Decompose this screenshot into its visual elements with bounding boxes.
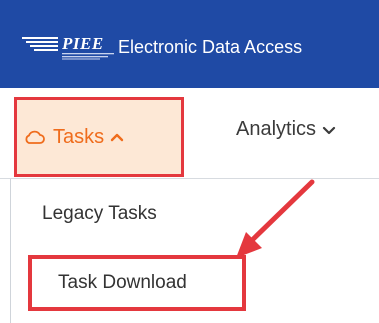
- menu-item-legacy-tasks[interactable]: Legacy Tasks: [42, 203, 157, 225]
- app-header: PIEE Electronic Data Access: [0, 0, 379, 88]
- main-nav: Tasks Analytics: [0, 88, 379, 179]
- menu-border: [10, 179, 11, 323]
- menu-item-task-download-label: Task Download: [58, 272, 187, 293]
- cloud-icon: [25, 130, 45, 144]
- tasks-dropdown-menu: Legacy Tasks Task Download: [0, 179, 379, 323]
- caret-down-icon: [322, 126, 336, 134]
- logo-text: PIEE: [62, 34, 104, 53]
- logo-tagline-graphic: [62, 53, 114, 60]
- nav-tasks-label: Tasks: [53, 125, 105, 148]
- app-title: Electronic Data Access: [118, 37, 303, 57]
- menu-item-task-download[interactable]: Task Download: [28, 255, 246, 311]
- caret-up-icon: [110, 133, 124, 142]
- screenshot-frame: PIEE Electronic Data Access Tasks Analyt…: [0, 0, 379, 323]
- piee-logo[interactable]: PIEE: [20, 34, 114, 64]
- nav-analytics-label: Analytics: [236, 118, 317, 140]
- nav-analytics[interactable]: Analytics: [236, 118, 336, 141]
- nav-tasks[interactable]: Tasks: [14, 97, 184, 177]
- piee-wings-icon: [22, 37, 58, 51]
